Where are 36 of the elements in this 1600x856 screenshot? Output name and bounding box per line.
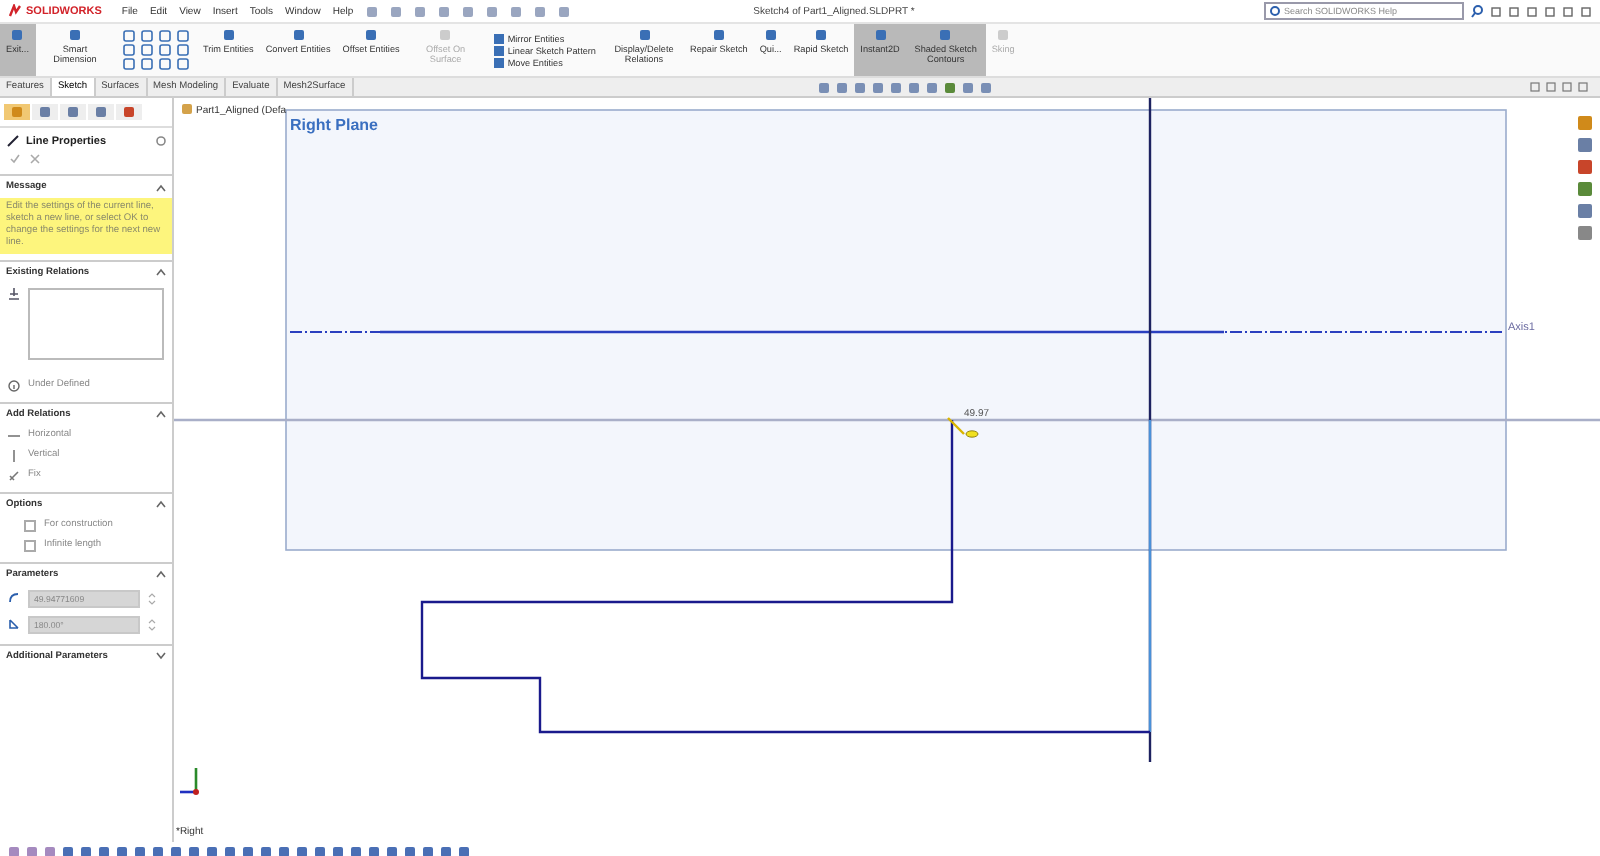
sketch-tool-icon (814, 28, 828, 42)
relations-icon (8, 287, 20, 300)
sketch-tool-icon (221, 28, 236, 42)
chevron-icon[interactable] (156, 570, 166, 579)
axis-triad-icon (180, 768, 199, 795)
sketch-tool-icon (763, 28, 778, 42)
length-icon (8, 592, 20, 605)
sketch-tool-icon (711, 28, 726, 42)
chevron-icon[interactable] (156, 268, 166, 277)
line-icon (6, 134, 20, 148)
sketch-tool-icon (637, 28, 651, 42)
logo-icon (8, 4, 22, 18)
plane-label: Right Plane (290, 116, 379, 134)
horizontal-line-icon (8, 429, 20, 442)
sketch-tool-icon (996, 28, 1011, 42)
part-icon (182, 104, 192, 114)
checkbox[interactable] (24, 519, 36, 532)
sketch-tool-icon (873, 28, 887, 42)
checkbox[interactable] (24, 539, 36, 552)
sketch-tool-icon (938, 28, 953, 42)
chevron-icon[interactable] (156, 410, 166, 419)
chevron-icon[interactable] (156, 652, 166, 661)
sketch-tool-icon (438, 28, 453, 42)
axis-line[interactable] (289, 330, 1505, 334)
vertical-line-icon (8, 449, 20, 462)
chevron-icon[interactable] (156, 183, 166, 191)
chevron-icon[interactable] (156, 500, 166, 509)
info-icon (8, 379, 20, 392)
sketch-tool-icon (291, 28, 306, 42)
sketch-tool-icon (364, 28, 379, 42)
angle-icon (8, 618, 20, 631)
sketch-tool-icon (10, 28, 25, 42)
line-cursor-icon (947, 417, 979, 438)
search-icon[interactable] (1470, 4, 1484, 18)
check-icon[interactable] (10, 154, 20, 164)
sketch-tool-icon (68, 28, 82, 42)
